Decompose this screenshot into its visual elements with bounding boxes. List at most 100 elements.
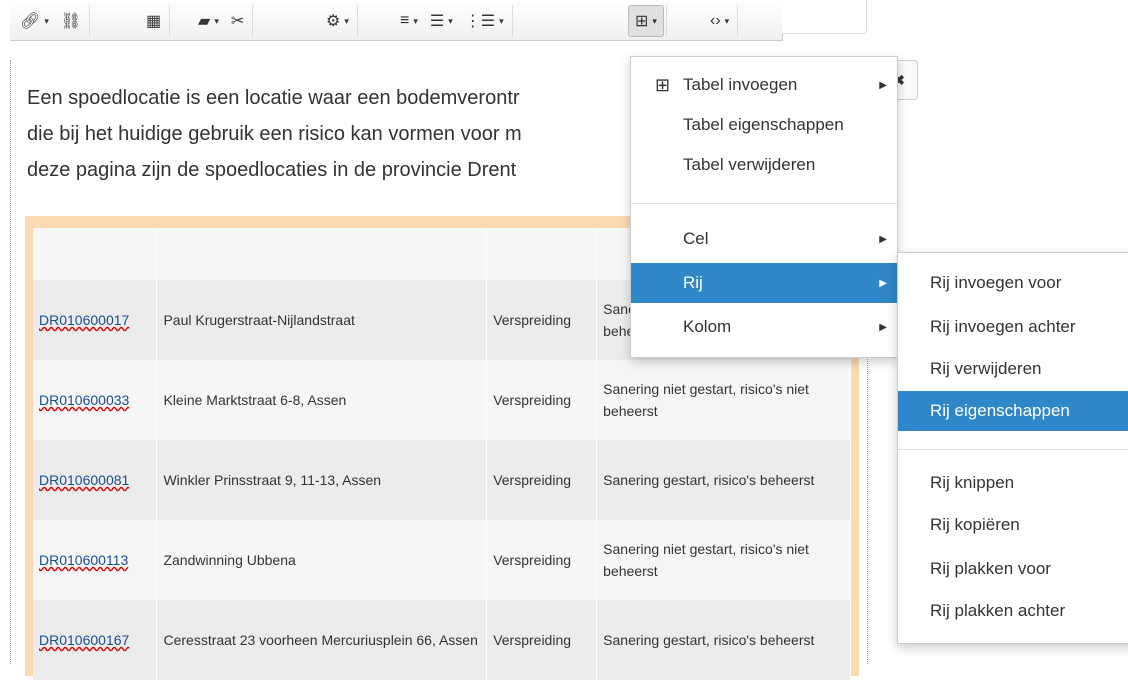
status-cell-text: Sanering niet gestart, risico's niet beh… <box>603 541 809 579</box>
table-button[interactable]: ⊞ ▾ <box>628 5 664 37</box>
type-cell[interactable]: Verspreiding <box>486 280 598 360</box>
code-cell[interactable]: DR010600081 <box>33 440 158 520</box>
status-cell-text: Sanering gestart, risico's beheerst <box>603 472 815 488</box>
location-cell[interactable]: Ceresstraat 23 voorheen Mercuriusplein 6… <box>156 600 488 680</box>
menu-item-label: Rij <box>683 273 703 292</box>
menu-item-rij-plakken-achter[interactable]: Rij plakken achter <box>898 591 1128 631</box>
menu-item-tabel-eigenschappen[interactable]: Tabel eigenschappen <box>631 105 897 145</box>
numbered-list-button[interactable]: ⋮☰ ▾ <box>459 6 510 36</box>
widget-button[interactable]: ▦ <box>140 6 167 36</box>
location-cell-text: Kleine Marktstraat 6-8, Assen <box>163 392 347 408</box>
code-cell-text: DR010600081 <box>39 472 130 488</box>
code-cell-text: DR010600113 <box>39 552 129 568</box>
type-cell[interactable]: Verspreiding <box>486 520 598 600</box>
menu-item-label: Rij knippen <box>930 473 1015 492</box>
link-button[interactable]: 🔗︎ ▾ <box>14 6 55 36</box>
menu-item-label: Rij verwijderen <box>930 359 1042 378</box>
status-cell[interactable]: Sanering niet gestart, risico's niet beh… <box>596 360 851 440</box>
status-cell[interactable]: Sanering niet gestart, risico's niet beh… <box>596 520 851 600</box>
status-cell-text: Sanering gestart, risico's beheerst <box>603 632 815 648</box>
location-cell-text: Ceresstraat 23 voorheen Mercuriusplein 6… <box>163 632 478 648</box>
caret-down-icon: ▾ <box>214 15 219 26</box>
header-cell[interactable] <box>486 228 598 280</box>
type-cell-text: Verspreiding <box>493 472 572 488</box>
location-cell[interactable]: Winkler Prinsstraat 9, 11-13, Assen <box>156 440 488 520</box>
menu-item-label: Rij eigenschappen <box>930 401 1070 420</box>
code-cell-text: DR010600167 <box>39 632 130 648</box>
menu-item-label: Kolom <box>683 317 732 336</box>
menu-item-label: Rij kopiëren <box>930 515 1020 534</box>
paragraph-line: die bij het huidige gebruik een risico k… <box>27 123 522 145</box>
align-button[interactable]: ≡ ▾ <box>394 6 424 36</box>
menu-item-label: Rij plakken achter <box>930 601 1066 620</box>
caret-down-icon: ▾ <box>344 15 349 26</box>
menu-item-rij-verwijderen[interactable]: Rij verwijderen <box>898 349 1128 389</box>
menu-item-rij-invoegen-voor[interactable]: Rij invoegen voor <box>898 263 1128 303</box>
caret-down-icon: ▾ <box>448 15 453 26</box>
menu-divider <box>631 203 897 204</box>
type-cell-text: Verspreiding <box>493 392 572 408</box>
table-row[interactable]: DR010600167 Ceresstraat 23 voorheen Mercu… <box>33 600 851 680</box>
status-cell[interactable]: Sanering gestart, risico's beheerst <box>596 600 851 680</box>
menu-item-rij-eigenschappen[interactable]: Rij eigenschappen <box>898 391 1128 431</box>
location-cell[interactable]: Zandwinning Ubbena <box>156 520 488 600</box>
caret-down-icon: ▾ <box>413 15 418 26</box>
link-icon: 🔗︎ <box>20 13 41 30</box>
type-cell-text: Verspreiding <box>493 552 572 568</box>
code-button[interactable]: ‹› ▾ <box>704 6 735 36</box>
align-icon: ≡ <box>400 12 410 29</box>
intro-paragraph: Een spoedlocatie is een locatie waar een… <box>27 80 647 188</box>
gear-icon: ⚙ <box>326 13 341 30</box>
header-cell[interactable] <box>33 228 158 280</box>
menu-item-rij-knippen[interactable]: Rij knippen <box>898 463 1128 503</box>
menu-item-label: Rij plakken voor <box>930 559 1051 578</box>
code-cell[interactable]: DR010600033 <box>33 360 158 440</box>
menu-item-kolom[interactable]: Kolom ▶ <box>631 307 897 347</box>
menu-item-label: Cel <box>683 229 709 248</box>
menu-item-rij-invoegen-achter[interactable]: Rij invoegen achter <box>898 307 1128 347</box>
menu-item-tabel-verwijderen[interactable]: Tabel verwijderen <box>631 145 897 185</box>
type-cell[interactable]: Verspreiding <box>486 360 598 440</box>
toolbar-group: ‹› ▾ <box>704 5 739 37</box>
chevron-right-icon: ▶ <box>879 233 887 245</box>
table-row[interactable]: DR010600113 Zandwinning Ubbena Verspreidin… <box>33 520 851 600</box>
status-cell[interactable]: Sanering gestart, risico's beheerst <box>596 440 851 520</box>
chevron-right-icon: ▶ <box>879 321 887 333</box>
menu-item-label: Tabel eigenschappen <box>683 115 844 134</box>
unlink-button[interactable]: ⛓ <box>55 6 87 36</box>
code-cell[interactable]: DR010600167 <box>33 600 158 680</box>
location-cell[interactable]: Kleine Marktstraat 6-8, Assen <box>156 360 488 440</box>
bullet-list-button[interactable]: ☰ ▾ <box>424 6 459 36</box>
row-submenu: Rij invoegen voor Rij invoegen achter Rij … <box>897 252 1128 644</box>
type-cell[interactable]: Verspreiding <box>486 600 598 680</box>
table-icon: ⊞ <box>655 74 671 95</box>
menu-item-label: Tabel verwijderen <box>683 155 816 174</box>
menu-item-rij[interactable]: Rij ▶ <box>631 263 897 303</box>
menu-item-label: Tabel invoegen <box>683 75 798 94</box>
toolbar-group: ≡ ▾ ☰ ▾ ⋮☰ ▾ <box>394 5 513 37</box>
toolbar-group: ⚙ ▾ <box>320 5 358 37</box>
table-row[interactable]: DR010600081 Winkler Prinsstraat 9, 11-13,… <box>33 440 851 520</box>
menu-item-tabel-invoegen[interactable]: ⊞ Tabel invoegen ▶ <box>631 65 897 105</box>
code-cell[interactable]: DR010600113 <box>33 520 158 600</box>
header-cell[interactable] <box>156 228 488 280</box>
location-cell-text: Paul Krugerstraat-Nijlandstraat <box>163 312 355 328</box>
code-cell-text: DR010600017 <box>39 312 130 328</box>
gear-button[interactable]: ⚙ ▾ <box>320 6 355 36</box>
location-cell-text: Winkler Prinsstraat 9, 11-13, Assen <box>163 472 382 488</box>
image-button[interactable]: ▰ ▾ <box>192 6 225 36</box>
menu-item-rij-plakken-voor[interactable]: Rij plakken voor <box>898 549 1128 589</box>
type-cell-text: Verspreiding <box>493 312 572 328</box>
menu-item-rij-kopiëren[interactable]: Rij kopiëren <box>898 505 1128 545</box>
menu-item-cel[interactable]: Cel ▶ <box>631 219 897 259</box>
type-cell[interactable]: Verspreiding <box>486 440 598 520</box>
toolbar-group: 🔗︎ ▾ ⛓ <box>14 5 91 37</box>
toolbar-group: ▦ <box>140 5 171 37</box>
cut-button[interactable]: ✂ <box>225 6 250 36</box>
caret-down-icon: ▾ <box>499 15 504 26</box>
table-row[interactable]: DR010600033 Kleine Marktstraat 6-8, Assen… <box>33 360 851 440</box>
unlink-icon: ⛓ <box>60 13 82 30</box>
code-cell[interactable]: DR010600017 <box>33 280 158 360</box>
caret-down-icon: ▾ <box>652 15 657 26</box>
location-cell[interactable]: Paul Krugerstraat-Nijlandstraat <box>156 280 488 360</box>
